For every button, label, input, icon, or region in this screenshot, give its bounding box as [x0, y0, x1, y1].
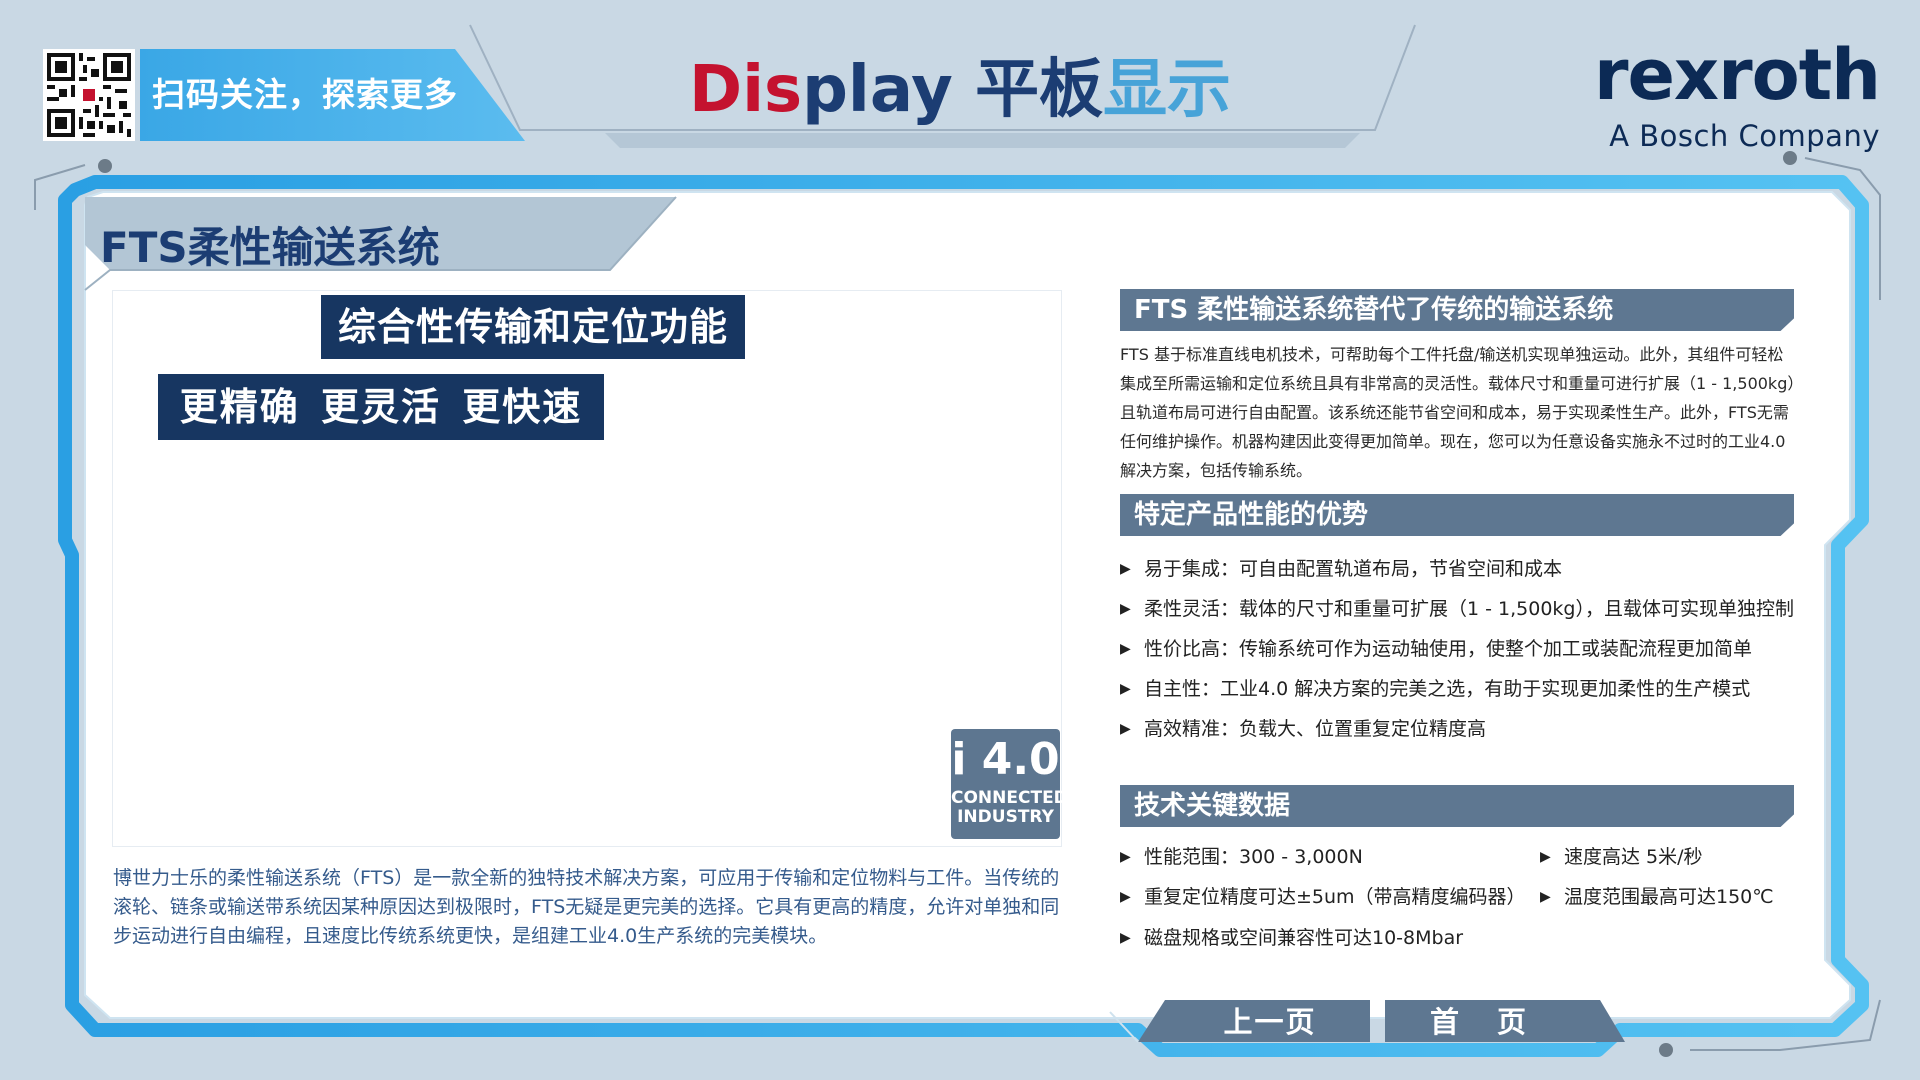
- heading-replacement: FTS 柔性输送系统替代了传统的输送系统: [1120, 289, 1794, 331]
- list-item: 温度范围最高可达150℃: [1540, 885, 1774, 909]
- brand-subtitle: A Bosch Company: [1609, 119, 1880, 153]
- badge-subtitle: CONNECTED INDUSTRY: [951, 788, 1068, 827]
- qr-code: [43, 49, 135, 141]
- title-part-red: Dis: [688, 53, 803, 127]
- list-item: 速度高达 5米/秒: [1540, 845, 1703, 869]
- list-item: 高效精准：负载大、位置重复定位精度高: [1120, 717, 1794, 741]
- title-part-dark-cn: 平板: [975, 53, 1104, 127]
- heading-advantages: 特定产品性能的优势: [1120, 494, 1794, 536]
- list-item: 重复定位精度可达±5um（带高精度编码器）: [1120, 885, 1526, 909]
- scan-label: 扫码关注，探索更多: [152, 75, 458, 114]
- list-item: 磁盘规格或空间兼容性可达10-8Mbar: [1120, 926, 1463, 950]
- home-button[interactable]: 首 页: [1385, 1002, 1585, 1042]
- feature-tag-primary: 综合性传输和定位功能: [321, 295, 745, 359]
- page-title: Display 平板显示: [640, 35, 1280, 145]
- brand-name: rexroth: [1593, 34, 1881, 116]
- previous-page-button[interactable]: 上一页: [1170, 1002, 1370, 1042]
- list-item: 性价比高：传输系统可作为运动轴使用，使整个加工或装配流程更加简单: [1120, 637, 1794, 661]
- list-item: 柔性灵活：载体的尺寸和重量可扩展（1 - 1,500kg），且载体可实现单独控制: [1120, 597, 1794, 621]
- title-part-navy: play: [802, 53, 976, 127]
- section-title: FTS柔性输送系统: [100, 223, 440, 272]
- list-item: 自主性：工业4.0 解决方案的完美之选，有助于实现更加柔性的生产模式: [1120, 677, 1794, 701]
- title-part-light-cn: 显示: [1103, 53, 1232, 127]
- list-item: 易于集成：可自由配置轨道布局，节省空间和成本: [1120, 557, 1794, 581]
- system-description: FTS 基于标准直线电机技术，可帮助每个工件托盘/输送机实现单独运动。此外，其组…: [1120, 345, 1796, 480]
- advantages-list: 易于集成：可自由配置轨道布局，节省空间和成本 柔性灵活：载体的尺寸和重量可扩展（…: [1120, 557, 1794, 757]
- badge-line-connected: CONNECTED: [951, 788, 1068, 808]
- list-item: 性能范围：300 - 3,000N: [1120, 845, 1363, 869]
- brand-logo: rexroth A Bosch Company: [1590, 34, 1881, 160]
- badge-main-text: i 4.0: [951, 734, 1060, 785]
- feature-tag-secondary: 更精确 更灵活 更快速: [158, 374, 604, 440]
- badge-line-industry: INDUSTRY: [957, 807, 1054, 827]
- product-intro-text: 博世力士乐的柔性输送系统（FTS）是一款全新的独特技术解决方案，可应用于传输和定…: [113, 867, 1060, 947]
- heading-key-data: 技术关键数据: [1120, 785, 1794, 827]
- industry-4-badge: i 4.0 CONNECTED INDUSTRY: [951, 729, 1068, 839]
- scan-banner[interactable]: 扫码关注，探索更多: [140, 49, 525, 141]
